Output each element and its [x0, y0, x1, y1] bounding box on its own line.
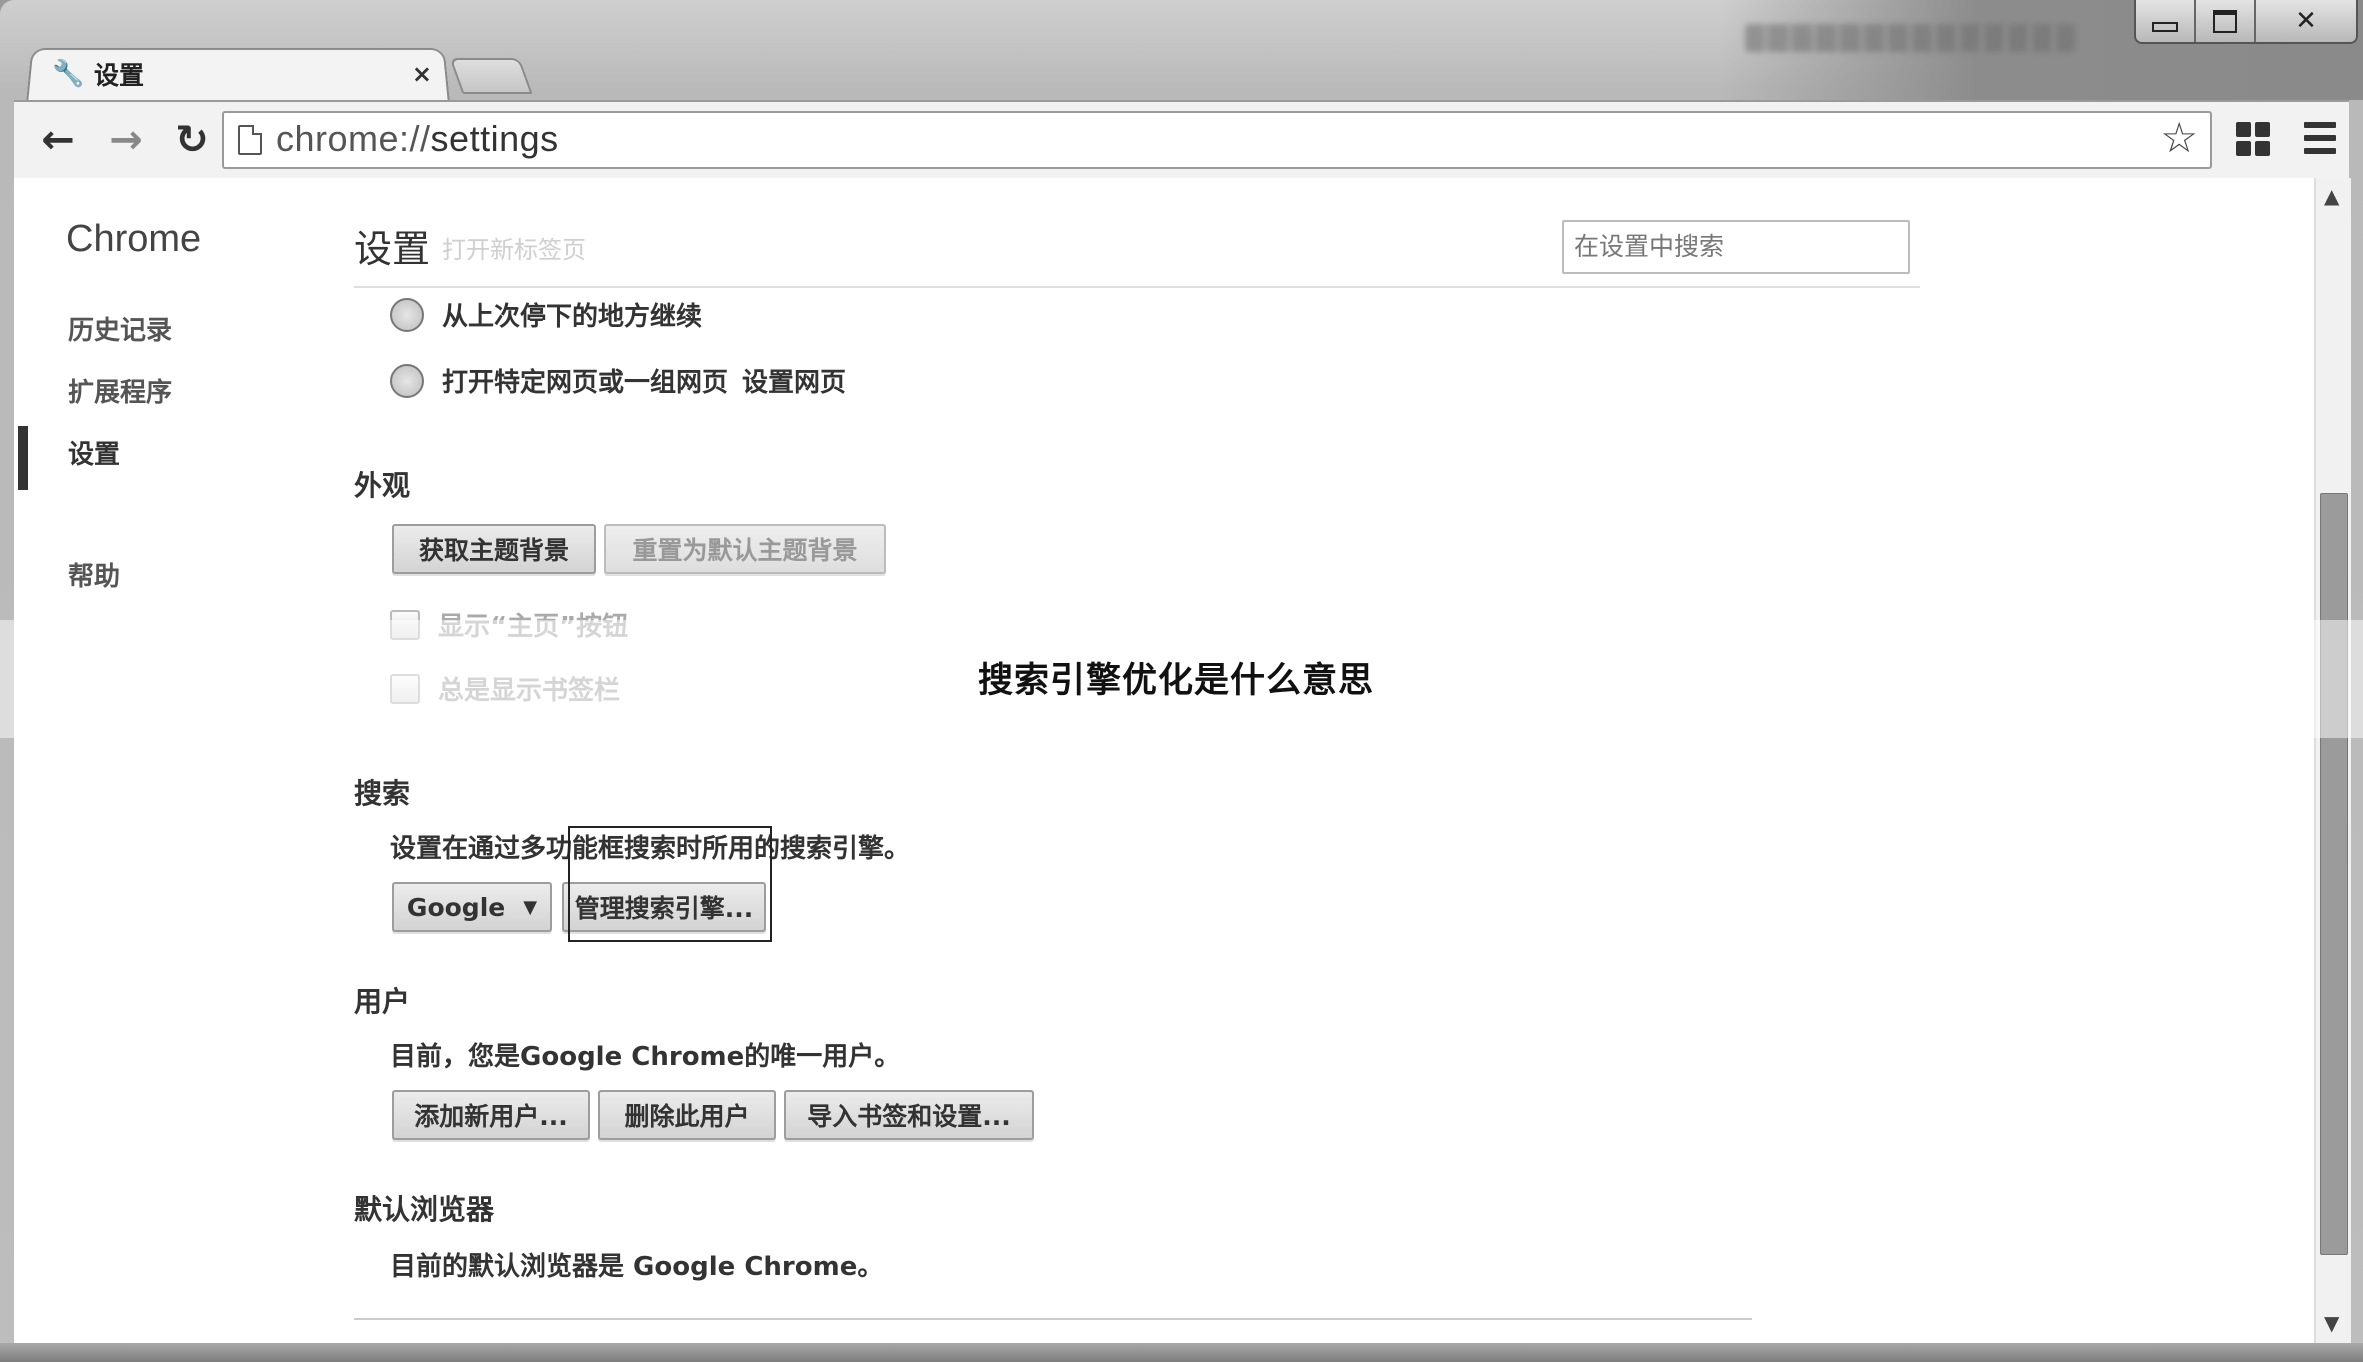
close-icon: ✕: [2295, 6, 2317, 36]
minimize-button[interactable]: [2136, 0, 2196, 42]
search-engine-value: Google: [406, 892, 506, 922]
import-bookmarks-button[interactable]: 导入书签和设置...: [784, 1090, 1034, 1140]
search-description: 设置在通过多功能框搜索时所用的搜索引擎。: [390, 834, 911, 864]
url-path: settings: [430, 118, 559, 159]
back-arrow-icon: ←: [41, 117, 75, 163]
sidebar-brand: Chrome: [66, 218, 202, 260]
caption-text: 搜索引擎优化是什么意思: [978, 661, 1375, 701]
add-user-button[interactable]: 添加新用户...: [392, 1090, 590, 1140]
users-description: 目前，您是Google Chrome的唯一用户。: [390, 1042, 901, 1072]
header-divider: [354, 286, 1920, 288]
page-subtitle: 打开新标签页: [442, 236, 586, 264]
search-heading: 搜索: [354, 777, 411, 810]
close-window-button[interactable]: ✕: [2256, 0, 2356, 42]
menu-icon[interactable]: [2304, 122, 2336, 154]
scrollbar-thumb[interactable]: [2320, 493, 2348, 1255]
bookmark-star-icon[interactable]: ☆: [2160, 113, 2198, 162]
set-pages-link[interactable]: 设置网页: [742, 362, 846, 399]
maximize-icon: [2213, 9, 2237, 33]
sidebar-item-extensions[interactable]: 扩展程序: [68, 372, 172, 409]
address-bar[interactable]: chrome://settings ☆: [222, 111, 2212, 169]
apps-grid-icon[interactable]: [2236, 122, 2270, 156]
default-browser-description: 目前的默认浏览器是 Google Chrome。: [390, 1252, 884, 1282]
new-tab-button[interactable]: [449, 58, 533, 94]
forward-arrow-icon: →: [109, 117, 143, 163]
url-text: chrome://settings: [276, 118, 559, 160]
reload-icon: ↻: [175, 117, 209, 163]
section-divider: [354, 1318, 1752, 1320]
search-engine-select[interactable]: Google ▼: [392, 882, 552, 932]
toolbar: ← → ↻ chrome://settings ☆: [14, 100, 2349, 180]
tab-settings-content: 🔧 设置 ×: [52, 52, 442, 96]
back-button[interactable]: ←: [32, 114, 84, 166]
window-bottom-edge: [0, 1343, 2363, 1362]
wrench-icon: 🔧: [52, 59, 85, 89]
blurred-background-text: [1745, 24, 2075, 52]
sidebar-active-indicator: [18, 426, 28, 490]
startup-pages-option[interactable]: 打开特定网页或一组网页 设置网页: [390, 362, 846, 399]
page-title: 设置: [354, 227, 431, 271]
radio-continue[interactable]: [390, 297, 424, 332]
manage-search-engines-button[interactable]: 管理搜索引擎...: [562, 882, 766, 932]
tab-close-icon[interactable]: ×: [412, 60, 432, 88]
minimize-icon: [2152, 22, 2178, 32]
appearance-heading: 外观: [354, 469, 411, 502]
users-heading: 用户: [354, 985, 411, 1018]
sidebar-item-help[interactable]: 帮助: [68, 556, 120, 593]
maximize-button[interactable]: [2196, 0, 2256, 42]
startup-pages-label: 打开特定网页或一组网页: [442, 368, 729, 398]
get-themes-button[interactable]: 获取主题背景: [392, 524, 596, 574]
forward-button[interactable]: →: [100, 114, 152, 166]
settings-search[interactable]: [1562, 220, 1910, 274]
url-scheme: chrome://: [276, 118, 431, 159]
startup-continue-option[interactable]: 从上次停下的地方继续: [390, 296, 702, 333]
tab-title: 设置: [94, 61, 145, 90]
startup-continue-label: 从上次停下的地方继续: [442, 302, 703, 332]
default-browser-heading: 默认浏览器: [354, 1193, 495, 1226]
reset-theme-button[interactable]: 重置为默认主题背景: [604, 524, 886, 574]
delete-user-button[interactable]: 删除此用户: [598, 1090, 776, 1140]
vertical-scrollbar[interactable]: ▲ ▼: [2314, 178, 2351, 1343]
settings-search-input[interactable]: [1564, 222, 1904, 270]
reload-button[interactable]: ↻: [166, 114, 218, 166]
window-controls: ✕: [2134, 0, 2358, 44]
radio-pages[interactable]: [390, 363, 424, 398]
sidebar-item-history[interactable]: 历史记录: [68, 310, 172, 347]
scroll-up-arrow-icon[interactable]: ▲: [2324, 184, 2339, 208]
dropdown-caret-icon: ▼: [523, 896, 538, 918]
sidebar-item-settings[interactable]: 设置: [68, 434, 120, 471]
scroll-down-arrow-icon[interactable]: ▼: [2324, 1311, 2339, 1335]
page-icon: [238, 125, 262, 155]
settings-page: Chrome 历史记录 扩展程序 设置 帮助 设置 打开新标签页 从上次停下的地…: [14, 178, 2314, 1343]
